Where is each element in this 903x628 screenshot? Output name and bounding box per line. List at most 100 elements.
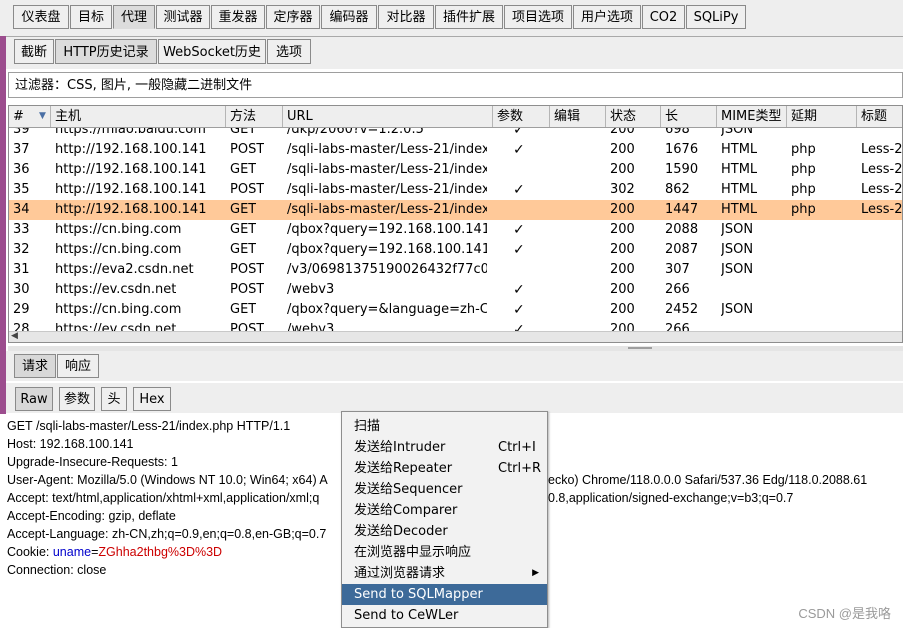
filter-bar[interactable]: 过滤器：CSS, 图片, 一般隐藏二进制文件 — [8, 72, 903, 98]
tab-request[interactable]: 请求 — [14, 354, 56, 378]
column-header-method[interactable]: 方法 — [226, 106, 283, 127]
tab-params[interactable]: 参数 — [59, 387, 95, 411]
column-header-url[interactable]: URL — [283, 106, 493, 127]
menu-item[interactable]: 发送给Decoder — [342, 521, 547, 542]
menu-item[interactable]: 扫描 — [342, 416, 547, 437]
splitter-grip[interactable] — [628, 347, 652, 349]
cell-url: /sqli-labs-master/Less-21/index.... — [287, 202, 487, 217]
sort-desc-icon: ▼ — [39, 111, 46, 121]
menu-item-label: Send to SQLMapper — [354, 587, 483, 602]
cell-length: 1590 — [665, 162, 699, 177]
cell-url: /sqli-labs-master/Less-21/index.... — [287, 182, 487, 197]
cell-title: Less-21 — [861, 162, 903, 177]
scroll-left-icon[interactable]: ◀ — [11, 331, 18, 341]
tab-project-options[interactable]: 项目选项 — [504, 5, 572, 29]
cell-mime: JSON — [721, 262, 754, 277]
cell-id: 34 — [13, 202, 30, 217]
cell-id: 30 — [13, 282, 30, 297]
column-header-length[interactable]: 长 — [661, 106, 717, 127]
tab-extender[interactable]: 插件扩展 — [435, 5, 503, 29]
proxy-sub-tab-bar: 截断 HTTP历史记录 WebSocket历史 选项 — [6, 36, 903, 69]
tab-sqlipy[interactable]: SQLiPy — [686, 5, 746, 29]
tab-user-options[interactable]: 用户选项 — [573, 5, 641, 29]
tab-hex[interactable]: Hex — [133, 387, 171, 411]
header-accept-language: Accept-Language: zh-CN,zh;q=0.9,en;q=0.8… — [7, 527, 327, 541]
menu-item[interactable]: Send to SQLMapper — [342, 584, 547, 605]
column-header-params[interactable]: 参数 — [493, 106, 550, 127]
tab-options[interactable]: 选项 — [267, 39, 311, 64]
table-row[interactable]: 30 https://ev.csdn.net POST/webv3 ✓ 200 266 — [9, 280, 902, 300]
menu-item[interactable]: Send to CeWLer — [342, 605, 547, 626]
table-row[interactable]: 37 http://192.168.100.141 POST/sqli-labs-m… — [9, 140, 902, 160]
cookie-value: ZGhha2thbg%3D%3D — [98, 545, 223, 559]
menu-item[interactable]: 在浏览器中显示响应 — [342, 542, 547, 563]
table-row[interactable]: 36 http://192.168.100.141 GET/sqli-labs-ma… — [9, 160, 902, 180]
cell-id: 31 — [13, 262, 30, 277]
tab-intruder[interactable]: 测试器 — [156, 5, 210, 29]
cell-method: GET — [230, 202, 257, 217]
table-row[interactable]: 35 http://192.168.100.141 POST/sqli-labs-m… — [9, 180, 902, 200]
menu-item-label: Send to CeWLer — [354, 608, 459, 623]
menu-item[interactable]: 发送给Intruder Ctrl+I — [342, 437, 547, 458]
cell-mime: HTML — [721, 162, 758, 177]
request-response-tab-bar: 请求 响应 — [6, 351, 903, 381]
table-row[interactable]: 32 https://cn.bing.com GET/qbox?query=192.… — [9, 240, 902, 260]
cell-mime: HTML — [721, 202, 758, 217]
column-header-host[interactable]: 主机 — [51, 106, 226, 127]
cell-url: /v3/06981375190026432f77c01bf... — [287, 262, 487, 277]
cell-status: 302 — [610, 182, 635, 197]
tab-raw[interactable]: Raw — [15, 387, 53, 411]
menu-item[interactable]: 发送给Comparer — [342, 500, 547, 521]
horizontal-scrollbar[interactable]: ◀ — [9, 331, 902, 342]
table-row[interactable]: 31 https://eva2.csdn.net POST/v3/069813751… — [9, 260, 902, 280]
column-header-status[interactable]: 状态 — [606, 106, 661, 127]
cell-mime: JSON — [721, 222, 754, 237]
cell-status: 200 — [610, 142, 635, 157]
menu-item[interactable]: 通过浏览器请求 ▶ — [342, 563, 547, 584]
tab-proxy[interactable]: 代理 — [113, 5, 155, 29]
tab-sequencer[interactable]: 定序器 — [266, 5, 320, 29]
cell-params: ✓ — [513, 142, 525, 158]
column-header-mime[interactable]: MIME类型 — [717, 106, 787, 127]
tab-decoder[interactable]: 编码器 — [321, 5, 377, 29]
tab-target[interactable]: 目标 — [70, 5, 112, 29]
cell-url: /qbox?query=&language=zh-CN... — [287, 302, 487, 317]
tab-response[interactable]: 响应 — [57, 354, 99, 378]
cell-method: GET — [230, 162, 257, 177]
cell-title: Less-21 — [861, 202, 903, 217]
header-accept-encoding: Accept-Encoding: gzip, deflate — [7, 509, 176, 523]
cell-host: https://eva2.csdn.net — [55, 262, 194, 277]
cookie-label: Cookie: — [7, 545, 53, 559]
column-header-extension[interactable]: 延期 — [787, 106, 857, 127]
cell-host: http://192.168.100.141 — [55, 182, 207, 197]
table-row[interactable]: 33 https://cn.bing.com GET/qbox?query=192.… — [9, 220, 902, 240]
menu-item-label: 发送给Sequencer — [354, 482, 463, 497]
table-row[interactable]: 29 https://cn.bing.com GET/qbox?query=&lan… — [9, 300, 902, 320]
menu-item-label: 发送给Comparer — [354, 503, 458, 518]
cell-host: https://cn.bing.com — [55, 242, 182, 257]
menu-item[interactable]: 发送给Sequencer — [342, 479, 547, 500]
tab-dashboard[interactable]: 仪表盘 — [13, 5, 69, 29]
column-header-title[interactable]: 标题 — [857, 106, 902, 127]
cell-params: ✓ — [513, 302, 525, 318]
tab-headers[interactable]: 头 — [101, 387, 127, 411]
column-header-number[interactable]: # ▼ — [9, 106, 51, 127]
header-upgrade: Upgrade-Insecure-Requests: 1 — [7, 455, 178, 469]
cell-status: 200 — [610, 262, 635, 277]
cell-length: 266 — [665, 282, 690, 297]
menu-item[interactable]: 发送给Repeater Ctrl+R — [342, 458, 547, 479]
tab-comparer[interactable]: 对比器 — [378, 5, 434, 29]
cell-method: GET — [230, 302, 257, 317]
header-host: Host: 192.168.100.141 — [7, 437, 134, 451]
tab-repeater[interactable]: 重发器 — [211, 5, 265, 29]
cell-mime: HTML — [721, 142, 758, 157]
cell-url: /sqli-labs-master/Less-21/index.... — [287, 162, 487, 177]
tab-http-history[interactable]: HTTP历史记录 — [55, 39, 157, 64]
tab-websocket-history[interactable]: WebSocket历史 — [158, 39, 266, 64]
tab-intercept[interactable]: 截断 — [14, 39, 54, 64]
cell-length: 307 — [665, 262, 690, 277]
column-header-edited[interactable]: 编辑 — [550, 106, 606, 127]
cell-method: POST — [230, 142, 265, 157]
tab-co2[interactable]: CO2 — [642, 5, 685, 29]
table-row[interactable]: 34 http://192.168.100.141 GET/sqli-labs-ma… — [9, 200, 902, 220]
